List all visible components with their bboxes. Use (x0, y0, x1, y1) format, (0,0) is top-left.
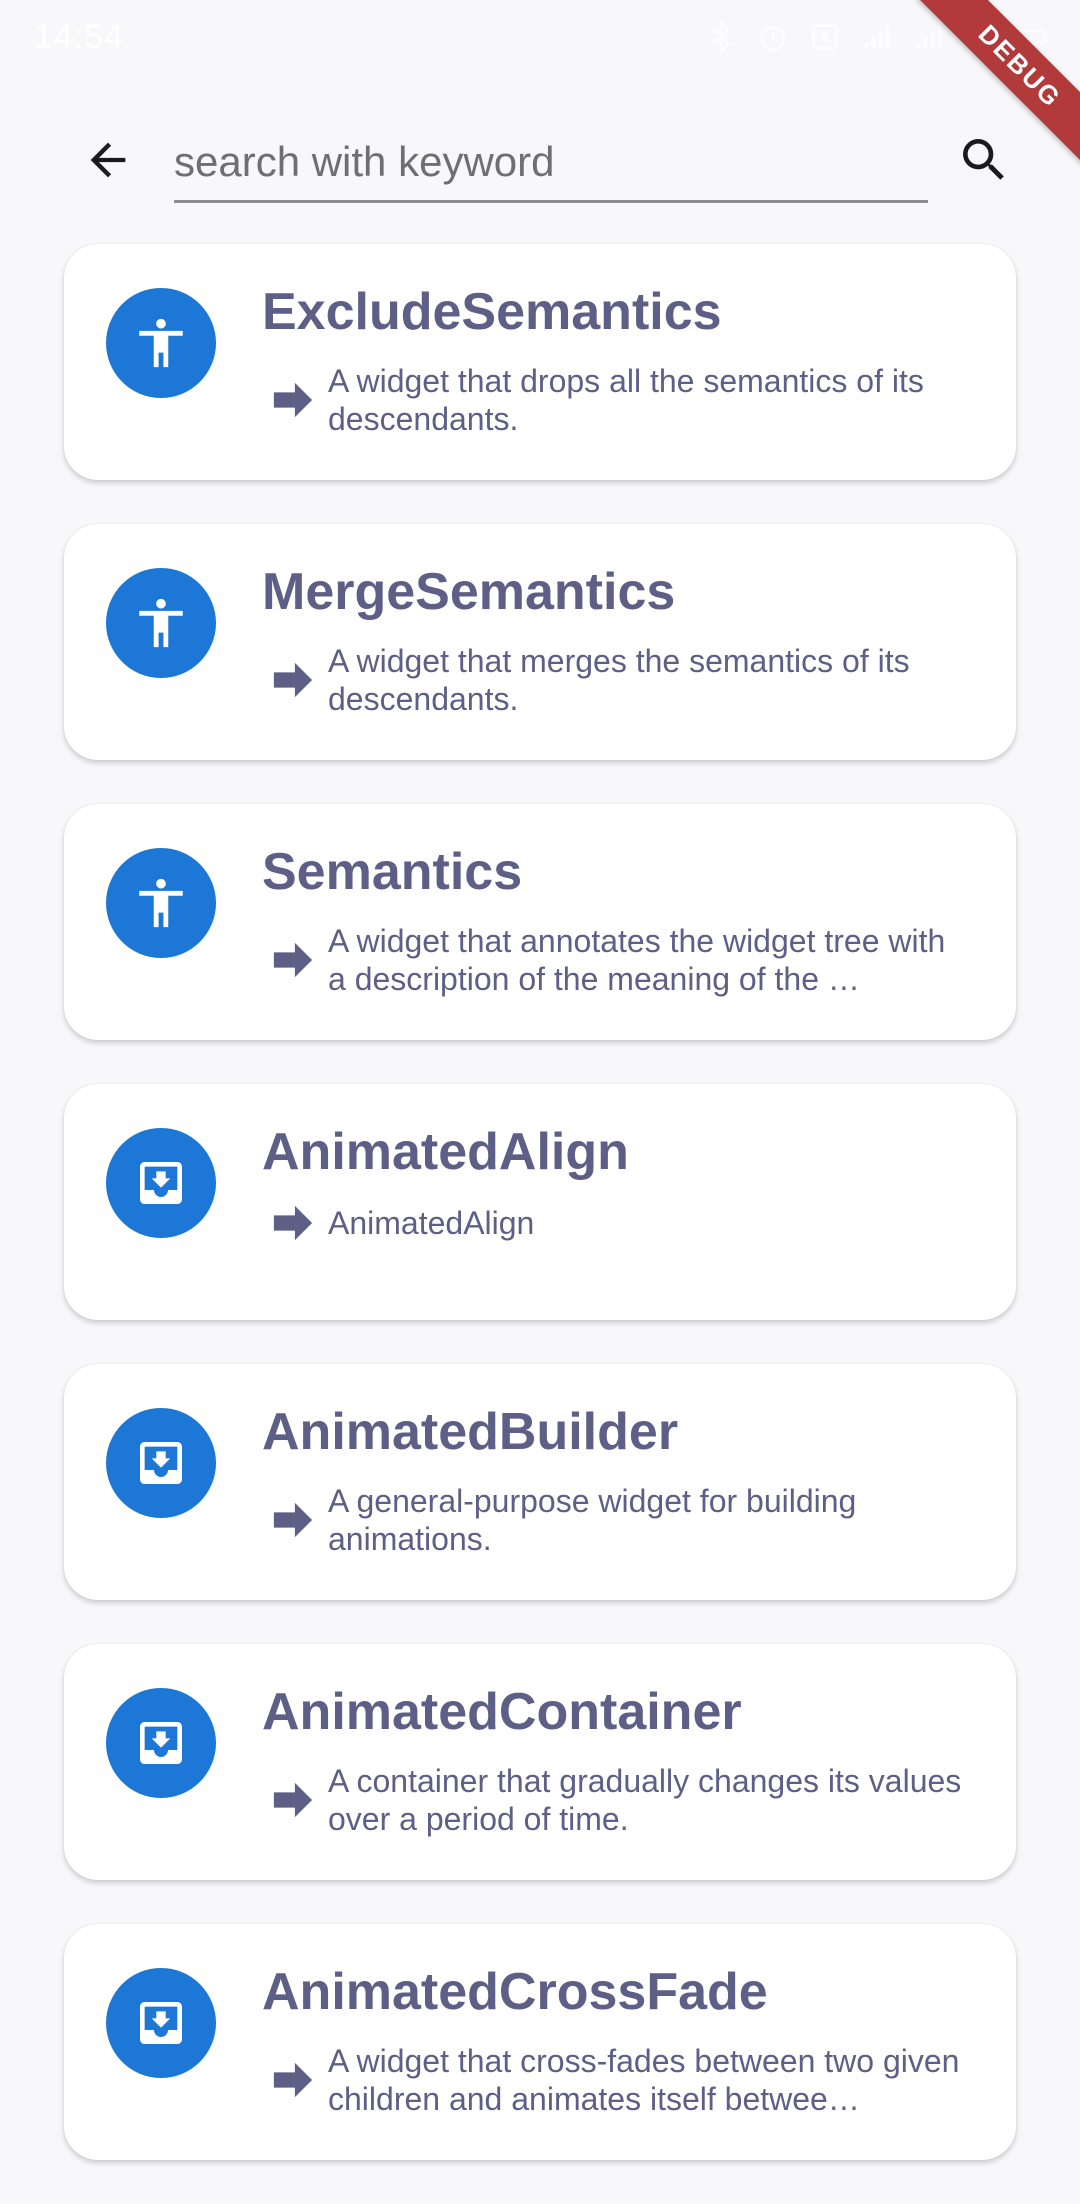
move-to-inbox-icon (140, 1162, 182, 1204)
search-bar (0, 110, 1080, 230)
accessibility-icon (139, 318, 183, 368)
item-title: AnimatedContainer (262, 1683, 742, 1741)
item-description: A container that gradually changes its v… (328, 1763, 962, 1837)
arrow-back-icon (90, 142, 126, 178)
list-item[interactable]: AnimatedCrossFade A widget that cross-fa… (64, 1924, 1016, 2160)
avatar (106, 288, 216, 398)
avatar (106, 568, 216, 678)
back-button[interactable] (80, 132, 136, 188)
item-description-row: A widget that drops all the semantics of… (270, 362, 970, 438)
accessibility-icon (139, 878, 183, 928)
item-title: ExcludeSemantics (262, 283, 722, 341)
move-to-inbox-icon (140, 2002, 182, 2044)
move-to-inbox-icon (140, 1442, 182, 1484)
dnd-icon (812, 24, 838, 50)
item-description: A general-purpose widget for building an… (328, 1483, 857, 1557)
arrow-forward-icon (273, 1502, 313, 1538)
alarm-icon (760, 25, 786, 52)
widget-list: ExcludeSemantics A widget that drops all… (64, 244, 1016, 2204)
arrow-forward-icon (273, 662, 313, 698)
list-item[interactable]: Semantics A widget that annotates the wi… (64, 804, 1016, 1040)
list-item[interactable]: AnimatedBuilder A general-purpose widget… (64, 1364, 1016, 1600)
item-title: MergeSemantics (262, 563, 676, 621)
signal-icon (864, 25, 890, 49)
status-bar: 14:54 (0, 0, 1080, 78)
move-to-inbox-icon (140, 1722, 182, 1764)
item-description: A widget that annotates the widget tree … (328, 923, 946, 997)
list-item[interactable]: ExcludeSemantics A widget that drops all… (64, 244, 1016, 480)
item-description: A widget that cross-fades between two gi… (328, 2043, 960, 2117)
item-description: AnimatedAlign (328, 1205, 535, 1241)
item-title: AnimatedCrossFade (262, 1963, 768, 2021)
accessibility-icon (139, 598, 183, 648)
arrow-forward-icon (273, 382, 313, 418)
signal-icon-2 (916, 25, 942, 49)
item-description-row: A general-purpose widget for building an… (270, 1482, 970, 1558)
item-title: Semantics (262, 843, 523, 901)
item-description-row: A widget that cross-fades between two gi… (270, 2042, 970, 2118)
avatar (106, 848, 216, 958)
item-description-row: AnimatedAlign (270, 1202, 970, 1244)
item-description-row: A widget that merges the semantics of it… (270, 642, 970, 718)
arrow-forward-icon (273, 942, 313, 978)
arrow-forward-icon (273, 1782, 313, 1818)
item-title: AnimatedAlign (262, 1123, 629, 1181)
bluetooth-icon (712, 20, 731, 54)
arrow-forward-icon (273, 1205, 313, 1241)
avatar (106, 1968, 216, 2078)
avatar (106, 1408, 216, 1518)
list-item[interactable]: AnimatedAlign AnimatedAlign (64, 1084, 1016, 1320)
item-description-row: A widget that annotates the widget tree … (270, 922, 970, 998)
item-description: A widget that merges the semantics of it… (328, 643, 910, 717)
avatar (106, 1688, 216, 1798)
search-input[interactable] (174, 124, 928, 203)
item-description-row: A container that gradually changes its v… (270, 1762, 970, 1838)
item-description: A widget that drops all the semantics of… (328, 363, 924, 437)
item-title: AnimatedBuilder (262, 1403, 679, 1461)
status-time: 14:54 (34, 18, 125, 56)
arrow-forward-icon (273, 2062, 313, 2098)
search-button[interactable] (954, 130, 1014, 190)
list-item[interactable]: MergeSemantics A widget that merges the … (64, 524, 1016, 760)
list-item[interactable]: AnimatedContainer A container that gradu… (64, 1644, 1016, 1880)
search-icon (963, 139, 1004, 180)
avatar (106, 1128, 216, 1238)
